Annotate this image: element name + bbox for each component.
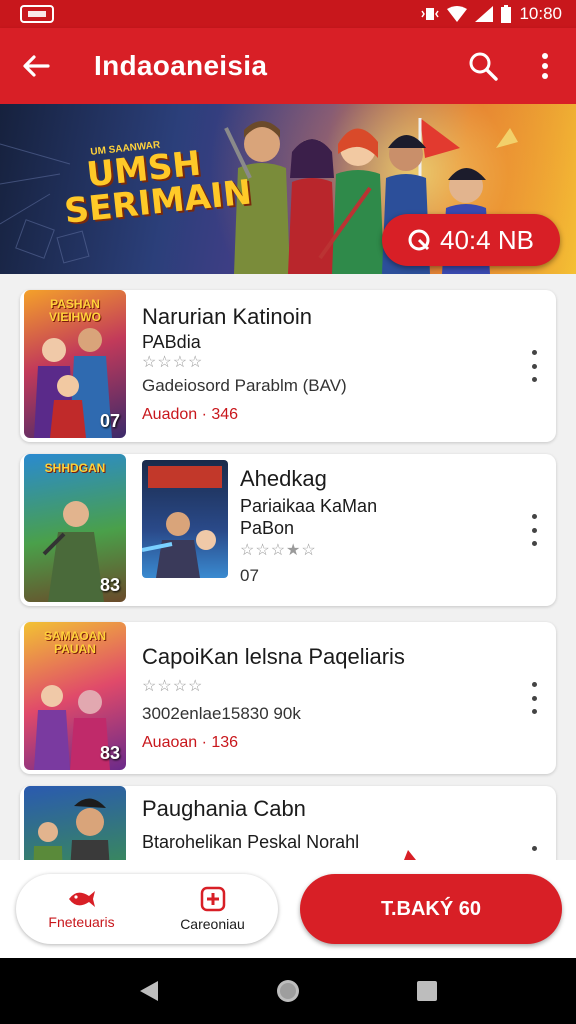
medical-box-icon xyxy=(200,886,225,912)
search-button[interactable] xyxy=(452,28,514,104)
status-time: 10:80 xyxy=(519,4,562,23)
item-thumbnail: PASHAN VIEIHWO 07 xyxy=(24,290,126,438)
item-more-button[interactable] xyxy=(522,678,546,718)
price-badge-button[interactable]: 40:4 NB xyxy=(382,214,560,266)
dot-icon xyxy=(531,682,537,687)
favorites-button[interactable]: Fneteuaris xyxy=(16,874,147,944)
dot-icon xyxy=(531,709,537,714)
rating-stars: ☆☆☆★☆ xyxy=(240,542,317,559)
dot-icon xyxy=(531,514,537,519)
favorites-label: Fneteuaris xyxy=(48,914,115,930)
item-subtitle: PABdia xyxy=(142,332,201,352)
thumbnail-number: 83 xyxy=(99,743,120,763)
item-more-button[interactable] xyxy=(522,510,546,550)
wifi-icon xyxy=(447,6,468,22)
item-meta: 3002enlae15830 90k xyxy=(142,704,301,723)
status-indicators: 10:80 xyxy=(421,4,562,24)
app-logo-icon xyxy=(20,5,54,23)
dot-icon xyxy=(531,846,537,851)
item-meta: 07 xyxy=(240,566,259,585)
dot-icon xyxy=(531,350,537,355)
system-nav-bar xyxy=(0,958,576,1024)
item-title: Paughania Cabn xyxy=(142,796,306,821)
price-badge-label: 40:4 NB xyxy=(440,224,534,255)
item-more-button[interactable] xyxy=(522,346,546,386)
item-thumbnail: SHHDGAN 83 xyxy=(24,454,126,602)
content-list[interactable]: PASHAN VIEIHWO 07 Narurian Katinoin PABd… xyxy=(0,274,576,860)
overflow-menu-button[interactable] xyxy=(514,28,576,104)
rating-stars: ☆☆☆☆ xyxy=(142,354,204,371)
thumbnail-number: 07 xyxy=(99,411,120,431)
item-thumbnail: SAMAOAN PAUAN 83 xyxy=(24,622,126,770)
item-meta: Gadeiosord Parablm (BAV) xyxy=(142,376,347,395)
item-tag: Auaoan · 136 xyxy=(142,734,239,751)
nav-home-icon[interactable] xyxy=(275,978,301,1004)
thumbnail-logo: PASHAN VIEIHWO xyxy=(48,297,101,324)
item-subtitle: Pariaikaa KaMan xyxy=(240,496,378,516)
vibrate-icon xyxy=(421,8,440,20)
bottom-pill-group: Fneteuaris Careoniau xyxy=(16,874,278,944)
page-title: Indaoaneisia xyxy=(94,50,268,81)
location-pin-icon xyxy=(408,229,430,251)
thumbnail-logo: SAMAOAN PAUAN xyxy=(44,629,106,656)
app-bar: Indaoaneisia xyxy=(0,28,576,104)
status-bar: 10:80 xyxy=(0,0,576,28)
search-icon xyxy=(469,52,498,81)
thumbnail-logo: SHHDGAN xyxy=(44,461,106,475)
item-title: CapoiKan lelsna Paqeliaris xyxy=(142,644,405,669)
secondary-art-icon xyxy=(142,466,222,578)
item-more-button[interactable] xyxy=(522,842,546,860)
signal-icon xyxy=(475,6,494,22)
dot-icon xyxy=(531,363,537,369)
item-title: Ahedkag xyxy=(240,466,327,491)
battery-icon xyxy=(501,5,512,23)
item-thumbnail xyxy=(24,786,126,860)
rating-stars: ☆☆☆☆ xyxy=(142,678,204,695)
category-button[interactable]: Careoniau xyxy=(147,874,278,944)
nav-back-icon[interactable] xyxy=(138,979,160,1003)
thumbnail-number: 83 xyxy=(99,575,120,595)
item-secondary-thumbnail xyxy=(142,460,228,578)
arrow-left-icon xyxy=(23,55,50,77)
primary-cta-button[interactable]: T.BAKÝ 60 xyxy=(300,874,562,944)
category-label: Careoniau xyxy=(180,916,245,932)
list-item[interactable]: Paughania Cabn Btarohelikan Peskal Norah… xyxy=(20,786,556,860)
item-tag: Auadon · 346 xyxy=(142,406,239,423)
dot-icon xyxy=(531,695,537,701)
item-subtitle: Btarohelikan Peskal Norahl xyxy=(142,832,360,852)
list-item[interactable]: SHHDGAN 83 Ahedkag Pariaikaa KaMan PaBon… xyxy=(20,454,556,606)
item-title: Narurian Katinoin xyxy=(142,304,312,329)
dot-icon xyxy=(531,527,537,533)
back-button[interactable] xyxy=(0,28,72,104)
nav-recents-icon[interactable] xyxy=(416,980,438,1002)
dot-icon xyxy=(531,541,537,546)
more-vertical-icon xyxy=(542,53,548,79)
dot-icon xyxy=(531,377,537,382)
list-item[interactable]: PASHAN VIEIHWO 07 Narurian Katinoin PABd… xyxy=(20,290,556,442)
list-item[interactable]: SAMAOAN PAUAN 83 CapoiKan lelsna Paqelia… xyxy=(20,622,556,774)
primary-cta-label: T.BAKÝ 60 xyxy=(380,897,482,920)
fish-logo-icon xyxy=(68,891,95,907)
bottom-action-bar: Fneteuaris Careoniau T.BAKÝ 60 xyxy=(0,860,576,958)
banner-title-block: UM SAANWAR UMSH SERIMAIN xyxy=(63,131,254,232)
thumbnail-art-icon xyxy=(33,798,110,860)
item-subtitle-secondary: PaBon xyxy=(240,518,295,538)
